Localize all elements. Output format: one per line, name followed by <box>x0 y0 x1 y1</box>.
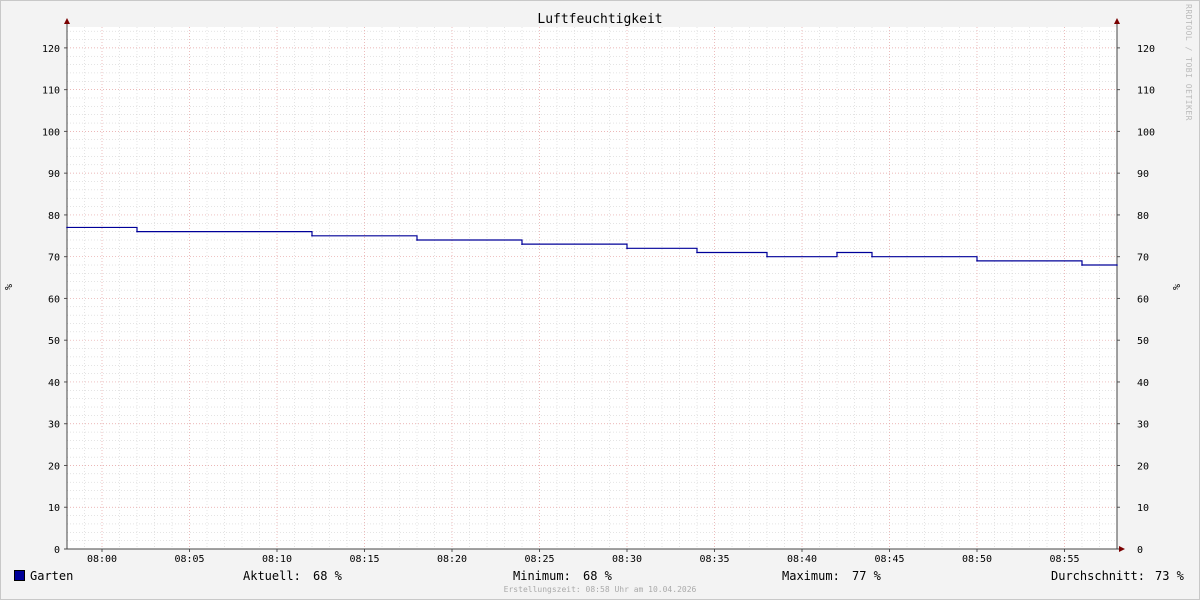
y-axis-label-right: % <box>1172 284 1183 290</box>
x-tick-labels: 08:00 08:05 08:10 08:15 08:20 08:25 08:30 08:35… <box>87 554 1080 565</box>
chart-area: 0 10 20 30 40 50 60 70 80 90 100 110 120 0 10 20 30 40 50… <box>4 12 1183 565</box>
minimum-value: 68 % <box>583 569 612 583</box>
legend: Garten Aktuell: 68 % Minimum: 68 % Maxim… <box>0 566 1200 586</box>
x-tick-label: 08:10 <box>262 554 292 565</box>
current-value: 68 % <box>313 569 342 583</box>
y-tick-label: 50 <box>48 336 60 347</box>
y-axis-arrow-right <box>1114 18 1120 24</box>
data-point <box>696 251 698 254</box>
data-point <box>871 255 873 258</box>
creation-time-note: Erstellungszeit: 08:58 Uhr am 10.04.2026 <box>503 585 697 594</box>
x-tick-label: 08:45 <box>874 554 904 565</box>
y-tick-label: 110 <box>1137 86 1155 97</box>
y-tick-label: 90 <box>48 169 60 180</box>
data-point <box>521 243 523 245</box>
watermark: RRDTOOL / TOBI OETIKER <box>1184 4 1193 121</box>
y-tick-label: 20 <box>48 461 60 472</box>
y-tick-label: 40 <box>48 378 60 389</box>
x-axis-arrow <box>1119 546 1125 552</box>
x-tick-label: 08:55 <box>1049 554 1079 565</box>
y-tick-label: 10 <box>1137 503 1149 514</box>
average-value: 73 % <box>1155 569 1184 583</box>
y-tick-label: 60 <box>48 294 60 305</box>
y-tick-label: 10 <box>48 503 60 514</box>
y-tick-label: 50 <box>1137 336 1149 347</box>
x-tick-label: 08:35 <box>699 554 729 565</box>
data-point <box>1116 264 1118 266</box>
data-point <box>136 230 138 233</box>
y-tick-labels-right: 0 10 20 30 40 50 60 70 80 90 100 110 120 <box>1137 44 1155 556</box>
data-point <box>311 235 313 237</box>
data-point <box>66 226 68 229</box>
y-tick-label: 80 <box>1137 211 1149 222</box>
y-tick-label: 70 <box>1137 253 1149 264</box>
y-tick-label: 40 <box>1137 378 1149 389</box>
maximum-label: Maximum: <box>782 569 840 583</box>
x-tick-label: 08:15 <box>349 554 379 565</box>
y-axis-arrow-left <box>64 18 70 24</box>
y-tick-label: 30 <box>48 420 60 431</box>
y-tick-label: 110 <box>42 86 60 97</box>
x-tick-label: 08:05 <box>174 554 204 565</box>
maximum-value: 77 % <box>852 569 881 583</box>
minimum-label: Minimum: <box>513 569 571 583</box>
x-tick-label: 08:25 <box>524 554 554 565</box>
y-tick-label: 20 <box>1137 461 1149 472</box>
data-point <box>766 255 768 258</box>
y-tick-label: 0 <box>1137 545 1143 556</box>
y-tick-label: 30 <box>1137 420 1149 431</box>
x-tick-label: 08:40 <box>787 554 817 565</box>
data-point <box>976 260 978 262</box>
x-tick-label: 08:50 <box>962 554 992 565</box>
y-tick-label: 80 <box>48 211 60 222</box>
data-point <box>1081 264 1083 266</box>
chart-title: Luftfeuchtigkeit <box>537 12 662 27</box>
legend-series-label: Garten <box>30 569 74 583</box>
y-tick-label: 100 <box>1137 127 1155 138</box>
data-point <box>836 251 838 254</box>
data-point <box>416 239 418 241</box>
y-tick-label: 60 <box>1137 294 1149 305</box>
data-point <box>626 247 628 250</box>
current-label: Aktuell: <box>243 569 301 583</box>
y-tick-label: 100 <box>42 127 60 138</box>
y-tick-label: 120 <box>1137 44 1155 55</box>
average-label: Durchschnitt: <box>1051 569 1145 583</box>
y-axis-label-left: % <box>4 284 15 290</box>
x-tick-label: 08:30 <box>612 554 642 565</box>
y-tick-label: 0 <box>54 545 60 556</box>
x-tick-label: 08:20 <box>437 554 467 565</box>
y-tick-label: 90 <box>1137 169 1149 180</box>
y-tick-labels-left: 0 10 20 30 40 50 60 70 80 90 100 110 120 <box>42 44 60 556</box>
x-tick-label: 08:00 <box>87 554 117 565</box>
y-tick-label: 120 <box>42 44 60 55</box>
y-tick-label: 70 <box>48 253 60 264</box>
